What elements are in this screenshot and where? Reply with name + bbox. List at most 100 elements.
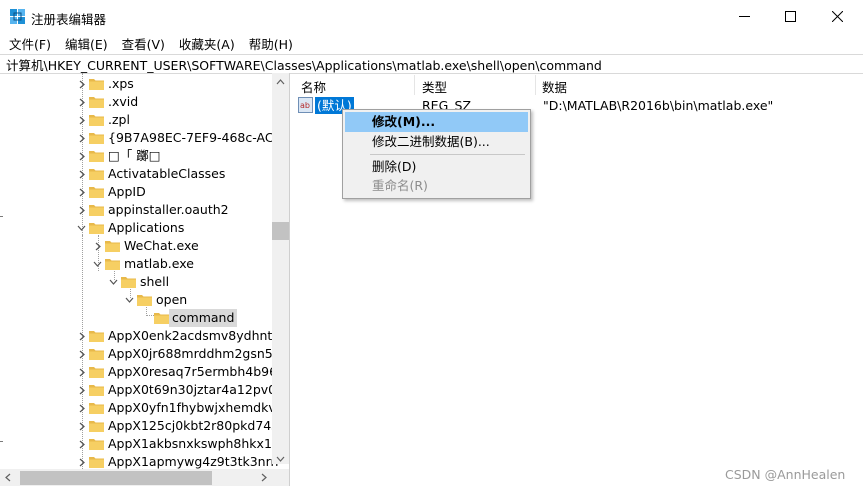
- tree-item[interactable]: AppX0jr688mrddhm2gsn5y: [0, 345, 280, 363]
- tree-item[interactable]: Applications: [0, 219, 272, 237]
- tree-item-label: ActivatableClasses: [108, 166, 226, 181]
- menu-view[interactable]: 查看(V): [113, 34, 170, 53]
- maximize-icon: [784, 11, 796, 22]
- context-menu: 修改(M)... 修改二进制数据(B)... 删除(D) 重命名(R): [342, 109, 531, 199]
- chevron-right-icon[interactable]: [77, 363, 86, 381]
- tree-item-label: appinstaller.oauth2: [108, 202, 229, 217]
- tree-item-label: WeChat.exe: [124, 238, 199, 253]
- minimize-button[interactable]: [721, 0, 767, 33]
- tree-vertical-scrollbar[interactable]: [272, 73, 289, 464]
- scroll-left-icon[interactable]: [5, 473, 11, 482]
- tree-item[interactable]: matlab.exe: [0, 255, 272, 273]
- tree-item-label: AppX125cj0kbt2r80pkd74s: [108, 418, 278, 433]
- column-separator[interactable]: [535, 75, 536, 95]
- folder-icon: [89, 115, 104, 126]
- tree-item-label: □「 躑□: [108, 148, 161, 163]
- menu-help[interactable]: 帮助(H): [240, 34, 298, 53]
- folder-icon: [89, 169, 104, 180]
- folder-icon: [89, 421, 104, 432]
- tree-item[interactable]: {9B7A98EC-7EF9-468c-ACC8: [0, 129, 289, 147]
- tree-item[interactable]: appinstaller.oauth2: [0, 201, 272, 219]
- tree-item-label: {9B7A98EC-7EF9-468c-ACC8: [108, 130, 290, 145]
- tree-item[interactable]: .xps: [0, 75, 272, 93]
- tree-item[interactable]: AppX0t69n30jztar4a12pv0h: [0, 381, 284, 399]
- context-menu-modify[interactable]: 修改(M)...: [345, 112, 528, 132]
- chevron-right-icon[interactable]: [77, 399, 86, 417]
- folder-icon: [89, 349, 104, 360]
- scroll-right-icon[interactable]: [261, 473, 267, 482]
- context-menu-rename: 重命名(R): [372, 178, 428, 193]
- edge-mark: [0, 441, 3, 442]
- tree-item-label: AppX0t69n30jztar4a12pv0h: [108, 382, 285, 397]
- minimize-icon: [738, 16, 750, 17]
- context-menu-modify-binary[interactable]: 修改二进制数据(B)...: [345, 132, 528, 152]
- folder-icon: [89, 205, 104, 216]
- chevron-down-icon[interactable]: [125, 291, 134, 309]
- context-menu-delete[interactable]: 删除(D): [345, 157, 528, 177]
- tree-item-label: .xps: [108, 76, 134, 91]
- tree-item-label: open: [156, 292, 188, 307]
- chevron-right-icon[interactable]: [77, 435, 86, 453]
- chevron-right-icon[interactable]: [77, 417, 86, 435]
- folder-open-icon: [105, 259, 120, 270]
- folder-icon: [89, 187, 104, 198]
- tree-item[interactable]: WeChat.exe: [0, 237, 272, 255]
- menu-file[interactable]: 文件(F): [0, 34, 56, 53]
- close-button[interactable]: [814, 0, 860, 33]
- tree-item[interactable]: AppX0enk2acdsmv8ydhntb: [0, 327, 280, 345]
- tree-item[interactable]: AppX0resaq7r5ermbh4b96l: [0, 363, 281, 381]
- tree-item[interactable]: AppX125cj0kbt2r80pkd74s: [0, 417, 278, 435]
- folder-open-icon: [89, 223, 104, 234]
- chevron-right-icon[interactable]: [77, 183, 86, 201]
- chevron-right-icon[interactable]: [77, 111, 86, 129]
- scrollbar-corner: [272, 469, 289, 486]
- folder-open-icon: [121, 277, 136, 288]
- chevron-right-icon[interactable]: [77, 345, 86, 363]
- chevron-right-icon[interactable]: [93, 237, 102, 255]
- tree-horizontal-scroll-thumb[interactable]: [20, 471, 212, 485]
- chevron-right-icon[interactable]: [77, 327, 86, 345]
- tree-item[interactable]: ActivatableClasses: [0, 165, 272, 183]
- tree-item-label: .zpl: [108, 112, 130, 127]
- tree-item-label: shell: [140, 274, 170, 289]
- tree-item[interactable]: shell: [0, 273, 272, 291]
- chevron-right-icon[interactable]: [77, 165, 86, 183]
- scroll-down-icon[interactable]: [276, 456, 285, 462]
- tree-item[interactable]: .xvid: [0, 93, 272, 111]
- chevron-right-icon[interactable]: [77, 93, 86, 111]
- tree-item[interactable]: AppID: [0, 183, 272, 201]
- tree-item-label: AppX0jr688mrddhm2gsn5y: [108, 346, 281, 361]
- chevron-right-icon[interactable]: [77, 129, 86, 147]
- chevron-right-icon[interactable]: [77, 75, 86, 93]
- tree-item[interactable]: □「 躑□: [0, 147, 272, 165]
- column-header-name[interactable]: 名称: [301, 77, 326, 96]
- chevron-right-icon[interactable]: [77, 147, 86, 165]
- scroll-up-icon[interactable]: [276, 79, 285, 85]
- chevron-down-icon[interactable]: [93, 255, 102, 273]
- tree-item[interactable]: .zpl: [0, 111, 272, 129]
- menu-edit[interactable]: 编辑(E): [56, 34, 113, 53]
- chevron-right-icon[interactable]: [77, 201, 86, 219]
- edge-mark: [0, 216, 3, 217]
- tree-item-label: .xvid: [108, 94, 139, 109]
- maximize-button[interactable]: [767, 0, 813, 33]
- column-separator[interactable]: [414, 75, 415, 95]
- string-value-icon: ab: [298, 97, 313, 113]
- chevron-down-icon[interactable]: [109, 273, 118, 291]
- folder-icon: [89, 385, 104, 396]
- registry-tree[interactable]: .xps .xvid .zpl {9B7A98EC-7EF9-468c-ACC8…: [0, 73, 290, 486]
- tree-item[interactable]: open: [0, 291, 272, 309]
- tree-item[interactable]: AppX1akbsnxkswph8hkx1pl: [0, 435, 283, 453]
- chevron-right-icon[interactable]: [77, 381, 86, 399]
- chevron-down-icon[interactable]: [77, 219, 86, 237]
- address-path[interactable]: 计算机\HKEY_CURRENT_USER\SOFTWARE\Classes\A…: [0, 55, 602, 74]
- tree-item-label: AppX0resaq7r5ermbh4b96l: [108, 364, 281, 379]
- watermark: CSDN @AnnHealen: [725, 467, 846, 482]
- tree-item-selected[interactable]: command: [0, 309, 272, 327]
- tree-item[interactable]: AppX0yfn1fhybwjxhemdkvv: [0, 399, 283, 417]
- column-header-type[interactable]: 类型: [422, 77, 447, 96]
- tree-vertical-scroll-thumb[interactable]: [272, 222, 289, 240]
- column-header-data[interactable]: 数据: [542, 77, 567, 96]
- menu-favorites[interactable]: 收藏夹(A): [170, 34, 240, 53]
- address-bar[interactable]: 计算机\HKEY_CURRENT_USER\SOFTWARE\Classes\A…: [0, 54, 863, 74]
